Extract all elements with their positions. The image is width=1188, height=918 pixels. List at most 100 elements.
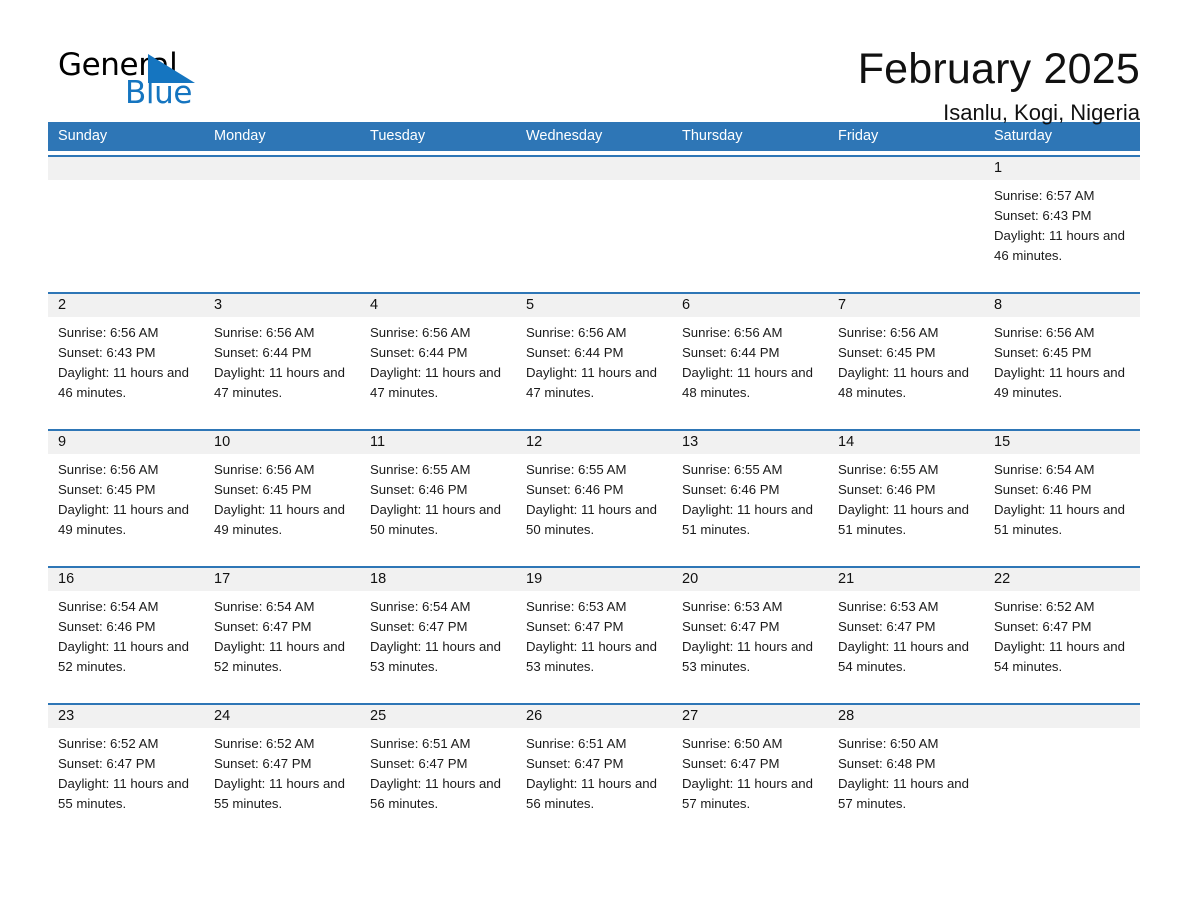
day-number: 26 — [516, 705, 672, 728]
daylight-text: Daylight: 11 hours and 54 minutes. — [838, 639, 969, 674]
day-number — [672, 157, 828, 180]
calendar-day-cell[interactable]: 13 Sunrise: 6:55 AM Sunset: 6:46 PM Dayligh… — [672, 431, 828, 560]
daylight-text: Daylight: 11 hours and 55 minutes. — [58, 776, 189, 811]
calendar-week-row: 2 Sunrise: 6:56 AM Sunset: 6:43 PM Daylight… — [48, 292, 1140, 423]
calendar-day-cell[interactable]: 17 Sunrise: 6:54 AM Sunset: 6:47 PM Dayligh… — [204, 568, 360, 697]
day-number: 2 — [48, 294, 204, 317]
sun-info: Sunrise: 6:54 AM Sunset: 6:47 PM Daylight:… — [360, 591, 516, 677]
weekday-header-sunday: Sunday — [58, 128, 108, 144]
sun-info: Sunrise: 6:55 AM Sunset: 6:46 PM Daylight:… — [516, 454, 672, 540]
sunset-text: Sunset: 6:47 PM — [994, 619, 1092, 634]
calendar-day-cell[interactable]: 4 Sunrise: 6:56 AM Sunset: 6:44 PM Daylight… — [360, 294, 516, 423]
calendar-day-cell[interactable]: 28 Sunrise: 6:50 AM Sunset: 6:48 PM Dayligh… — [828, 705, 984, 834]
day-number: 24 — [204, 705, 360, 728]
sunset-text: Sunset: 6:45 PM — [838, 345, 936, 360]
sun-info: Sunrise: 6:52 AM Sunset: 6:47 PM Daylight:… — [48, 728, 204, 814]
day-number: 5 — [516, 294, 672, 317]
sunrise-text: Sunrise: 6:55 AM — [682, 462, 783, 477]
daylight-text: Daylight: 11 hours and 56 minutes. — [370, 776, 501, 811]
daylight-text: Daylight: 11 hours and 55 minutes. — [214, 776, 345, 811]
daylight-text: Daylight: 11 hours and 49 minutes. — [214, 502, 345, 537]
sun-info: Sunrise: 6:53 AM Sunset: 6:47 PM Daylight:… — [672, 591, 828, 677]
sun-info: Sunrise: 6:56 AM Sunset: 6:44 PM Daylight:… — [672, 317, 828, 403]
sunrise-text: Sunrise: 6:56 AM — [58, 325, 159, 340]
weekday-header-saturday: Saturday — [994, 128, 1053, 144]
calendar-day-cell[interactable]: 12 Sunrise: 6:55 AM Sunset: 6:46 PM Dayligh… — [516, 431, 672, 560]
sunrise-text: Sunrise: 6:50 AM — [682, 736, 783, 751]
calendar-day-cell[interactable]: 21 Sunrise: 6:53 AM Sunset: 6:47 PM Dayligh… — [828, 568, 984, 697]
calendar-day-cell[interactable]: 8 Sunrise: 6:56 AM Sunset: 6:45 PM Daylight… — [984, 294, 1140, 423]
calendar-day-cell[interactable]: 14 Sunrise: 6:55 AM Sunset: 6:46 PM Dayligh… — [828, 431, 984, 560]
calendar-day-cell[interactable]: 24 Sunrise: 6:52 AM Sunset: 6:47 PM Dayligh… — [204, 705, 360, 834]
day-number: 9 — [48, 431, 204, 454]
calendar-day-cell[interactable]: 3 Sunrise: 6:56 AM Sunset: 6:44 PM Daylight… — [204, 294, 360, 423]
sunset-text: Sunset: 6:46 PM — [58, 619, 156, 634]
sunrise-text: Sunrise: 6:53 AM — [838, 599, 939, 614]
sunset-text: Sunset: 6:47 PM — [370, 619, 468, 634]
sunrise-text: Sunrise: 6:53 AM — [526, 599, 627, 614]
calendar-day-cell[interactable]: 7 Sunrise: 6:56 AM Sunset: 6:45 PM Daylight… — [828, 294, 984, 423]
daylight-text: Daylight: 11 hours and 49 minutes. — [994, 365, 1125, 400]
day-number: 8 — [984, 294, 1140, 317]
sun-info: Sunrise: 6:55 AM Sunset: 6:46 PM Daylight:… — [360, 454, 516, 540]
calendar-day-cell[interactable]: 18 Sunrise: 6:54 AM Sunset: 6:47 PM Dayligh… — [360, 568, 516, 697]
logo-text-blue: Blue — [125, 75, 192, 111]
general-blue-logo[interactable]: General Blue — [48, 42, 248, 120]
calendar-day-cell[interactable]: 6 Sunrise: 6:56 AM Sunset: 6:44 PM Daylight… — [672, 294, 828, 423]
sun-info: Sunrise: 6:50 AM Sunset: 6:48 PM Daylight:… — [828, 728, 984, 814]
calendar-day-cell[interactable]: 22 Sunrise: 6:52 AM Sunset: 6:47 PM Dayligh… — [984, 568, 1140, 697]
calendar-day-cell[interactable]: 5 Sunrise: 6:56 AM Sunset: 6:44 PM Daylight… — [516, 294, 672, 423]
sun-info: Sunrise: 6:56 AM Sunset: 6:45 PM Daylight:… — [828, 317, 984, 403]
sunrise-text: Sunrise: 6:54 AM — [370, 599, 471, 614]
daylight-text: Daylight: 11 hours and 51 minutes. — [994, 502, 1125, 537]
sunrise-text: Sunrise: 6:55 AM — [526, 462, 627, 477]
calendar-day-cell[interactable]: 16 Sunrise: 6:54 AM Sunset: 6:46 PM Dayligh… — [48, 568, 204, 697]
sunrise-text: Sunrise: 6:56 AM — [994, 325, 1095, 340]
calendar-day-cell-empty — [48, 157, 204, 286]
sun-info: Sunrise: 6:55 AM Sunset: 6:46 PM Daylight:… — [828, 454, 984, 540]
sunrise-text: Sunrise: 6:54 AM — [214, 599, 315, 614]
sunset-text: Sunset: 6:47 PM — [370, 756, 468, 771]
sun-info: Sunrise: 6:53 AM Sunset: 6:47 PM Daylight:… — [828, 591, 984, 677]
calendar-week-row: 23 Sunrise: 6:52 AM Sunset: 6:47 PM Dayligh… — [48, 703, 1140, 834]
day-number: 3 — [204, 294, 360, 317]
daylight-text: Daylight: 11 hours and 48 minutes. — [682, 365, 813, 400]
calendar-day-cell[interactable]: 10 Sunrise: 6:56 AM Sunset: 6:45 PM Dayligh… — [204, 431, 360, 560]
daylight-text: Daylight: 11 hours and 52 minutes. — [214, 639, 345, 674]
calendar-day-cell[interactable]: 25 Sunrise: 6:51 AM Sunset: 6:47 PM Dayligh… — [360, 705, 516, 834]
day-number: 12 — [516, 431, 672, 454]
calendar-day-cell[interactable]: 27 Sunrise: 6:50 AM Sunset: 6:47 PM Dayligh… — [672, 705, 828, 834]
sunrise-text: Sunrise: 6:54 AM — [58, 599, 159, 614]
daylight-text: Daylight: 11 hours and 46 minutes. — [994, 228, 1125, 263]
day-number: 18 — [360, 568, 516, 591]
daylight-text: Daylight: 11 hours and 52 minutes. — [58, 639, 189, 674]
day-number: 10 — [204, 431, 360, 454]
calendar-day-cell[interactable]: 11 Sunrise: 6:55 AM Sunset: 6:46 PM Dayligh… — [360, 431, 516, 560]
calendar-day-cell[interactable]: 1 Sunrise: 6:57 AM Sunset: 6:43 PM Daylight… — [984, 157, 1140, 286]
weekday-header-thursday: Thursday — [682, 128, 743, 144]
calendar-day-cell[interactable]: 23 Sunrise: 6:52 AM Sunset: 6:47 PM Dayligh… — [48, 705, 204, 834]
daylight-text: Daylight: 11 hours and 57 minutes. — [838, 776, 969, 811]
day-number: 4 — [360, 294, 516, 317]
sun-info: Sunrise: 6:56 AM Sunset: 6:45 PM Daylight:… — [48, 454, 204, 540]
daylight-text: Daylight: 11 hours and 50 minutes. — [526, 502, 657, 537]
calendar-day-cell[interactable]: 9 Sunrise: 6:56 AM Sunset: 6:45 PM Daylight… — [48, 431, 204, 560]
daylight-text: Daylight: 11 hours and 51 minutes. — [682, 502, 813, 537]
day-number — [516, 157, 672, 180]
day-number: 27 — [672, 705, 828, 728]
daylight-text: Daylight: 11 hours and 54 minutes. — [994, 639, 1125, 674]
calendar-day-cell[interactable]: 20 Sunrise: 6:53 AM Sunset: 6:47 PM Dayligh… — [672, 568, 828, 697]
sunset-text: Sunset: 6:44 PM — [214, 345, 312, 360]
sun-info: Sunrise: 6:56 AM Sunset: 6:44 PM Daylight:… — [360, 317, 516, 403]
calendar-day-cell[interactable]: 2 Sunrise: 6:56 AM Sunset: 6:43 PM Daylight… — [48, 294, 204, 423]
sunrise-text: Sunrise: 6:51 AM — [526, 736, 627, 751]
weekday-header-row: Sunday Monday Tuesday Wednesday Thursday… — [48, 122, 1140, 151]
calendar-day-cell[interactable]: 15 Sunrise: 6:54 AM Sunset: 6:46 PM Dayligh… — [984, 431, 1140, 560]
calendar-weeks: 1 Sunrise: 6:57 AM Sunset: 6:43 PM Daylight… — [48, 155, 1140, 834]
sun-info: Sunrise: 6:56 AM Sunset: 6:43 PM Daylight:… — [48, 317, 204, 403]
sunset-text: Sunset: 6:47 PM — [526, 756, 624, 771]
day-number — [360, 157, 516, 180]
calendar-day-cell[interactable]: 26 Sunrise: 6:51 AM Sunset: 6:47 PM Dayligh… — [516, 705, 672, 834]
sunrise-text: Sunrise: 6:56 AM — [682, 325, 783, 340]
calendar-day-cell[interactable]: 19 Sunrise: 6:53 AM Sunset: 6:47 PM Dayligh… — [516, 568, 672, 697]
